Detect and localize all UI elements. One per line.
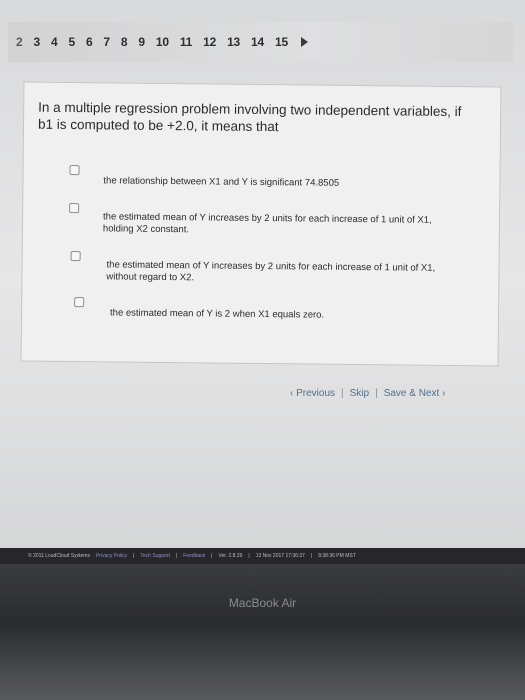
save-next-label: Save & Next xyxy=(383,388,440,399)
option-1-checkbox[interactable] xyxy=(69,164,80,176)
option-1[interactable]: the relationship between X1 and Y is sig… xyxy=(69,164,463,191)
build-text: 13 Nov 2017 17:36:37 xyxy=(255,553,305,559)
option-2-label: the estimated mean of Y increases by 2 u… xyxy=(102,211,432,236)
skip-link[interactable]: Skip xyxy=(350,388,369,399)
footer-bar: © 2011 LoudCloud Systems Privacy Policy … xyxy=(0,548,525,564)
page-15[interactable]: 15 xyxy=(275,35,288,49)
option-4-checkbox[interactable] xyxy=(74,297,85,308)
nav-separator: | xyxy=(341,388,344,399)
option-4-label: the estimated mean of Y is 2 when X1 equ… xyxy=(110,307,325,321)
page-8[interactable]: 8 xyxy=(121,35,128,49)
feedback-link[interactable]: Feedback xyxy=(183,553,205,559)
question-nav: ‹ Previous | Skip | Save & Next › xyxy=(290,388,510,399)
page-5[interactable]: 5 xyxy=(68,35,75,49)
tech-support-link[interactable]: Tech Support xyxy=(140,553,169,559)
page-13[interactable]: 13 xyxy=(227,35,240,49)
copyright-text: © 2011 LoudCloud Systems xyxy=(28,553,90,559)
option-2[interactable]: the estimated mean of Y increases by 2 u… xyxy=(69,202,463,239)
privacy-policy-link[interactable]: Privacy Policy xyxy=(96,553,127,559)
previous-link[interactable]: ‹ Previous xyxy=(290,388,335,399)
nav-separator: | xyxy=(375,388,378,399)
page-14[interactable]: 14 xyxy=(251,35,264,49)
question-card: In a multiple regression problem involvi… xyxy=(20,81,502,367)
page-3[interactable]: 3 xyxy=(33,35,40,49)
page-10[interactable]: 10 xyxy=(156,35,169,49)
option-3-checkbox[interactable] xyxy=(70,251,81,262)
page-9[interactable]: 9 xyxy=(138,35,145,49)
page-12[interactable]: 12 xyxy=(203,35,216,49)
next-page-arrow-icon[interactable] xyxy=(300,37,308,47)
question-text: In a multiple regression problem involvi… xyxy=(37,99,462,135)
previous-label: Previous xyxy=(296,388,336,399)
page-4[interactable]: 4 xyxy=(51,35,58,49)
save-next-link[interactable]: Save & Next › xyxy=(384,388,446,399)
page-2[interactable]: 2 xyxy=(16,35,23,49)
option-4[interactable]: the estimated mean of Y is 2 when X1 equ… xyxy=(74,297,470,323)
device-brand: MacBook Air xyxy=(228,596,297,610)
page-11[interactable]: 11 xyxy=(180,35,193,49)
page-6[interactable]: 6 xyxy=(86,35,93,49)
question-pager: 2 3 4 5 6 7 8 9 10 11 12 13 14 15 xyxy=(8,22,513,62)
laptop-bezel xyxy=(0,564,525,700)
page-7[interactable]: 7 xyxy=(103,35,110,49)
time-text: 8:38:36 PM MST xyxy=(318,553,356,559)
version-text: Ver. 2.8.29 xyxy=(218,553,243,559)
option-3-label: the estimated mean of Y increases by 2 u… xyxy=(106,259,436,284)
option-3[interactable]: the estimated mean of Y increases by 2 u… xyxy=(70,251,466,287)
option-1-label: the relationship between X1 and Y is sig… xyxy=(103,175,340,189)
option-2-checkbox[interactable] xyxy=(69,202,80,214)
